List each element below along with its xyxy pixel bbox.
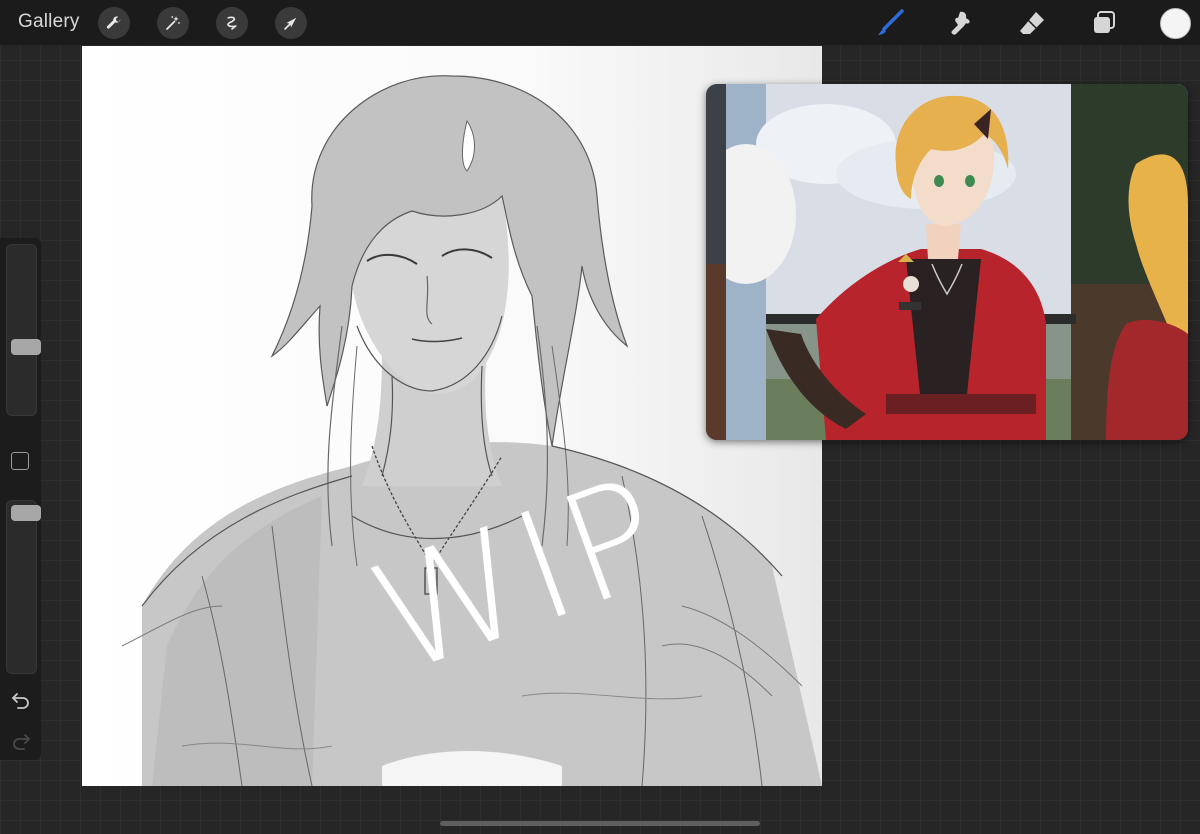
brush-size-thumb[interactable] [11, 339, 41, 355]
selection-icon [227, 16, 237, 30]
transform-arrow-icon [284, 17, 297, 30]
smudge-tool-button[interactable] [944, 6, 978, 40]
reference-image [706, 84, 1188, 440]
color-picker-button[interactable] [1160, 8, 1191, 39]
wrench-icon [106, 16, 121, 29]
gallery-button[interactable]: Gallery [18, 11, 80, 33]
smudge-icon [951, 11, 970, 35]
actions-button[interactable] [98, 7, 130, 39]
transform-button[interactable] [275, 7, 307, 39]
eraser-tool-button[interactable] [1015, 6, 1049, 40]
layers-button[interactable] [1087, 6, 1121, 40]
redo-icon[interactable] [10, 730, 32, 752]
adjustments-button[interactable] [157, 7, 189, 39]
undo-icon[interactable] [10, 689, 32, 711]
square-modify-icon[interactable] [11, 452, 29, 470]
brush-icon [878, 9, 904, 35]
left-sidebar [0, 238, 41, 760]
selection-button[interactable] [216, 7, 248, 39]
opacity-thumb[interactable] [11, 505, 41, 521]
home-indicator[interactable] [440, 821, 760, 826]
layers-icon [1094, 11, 1115, 33]
eraser-icon [1020, 12, 1044, 34]
opacity-slider[interactable] [6, 500, 41, 674]
top-toolbar: Gallery [0, 0, 1200, 45]
brush-tool-button[interactable] [873, 6, 907, 40]
procreate-app: Gallery WIP [0, 0, 1200, 834]
magic-wand-icon [166, 16, 180, 30]
brush-size-slider[interactable] [6, 244, 41, 416]
reference-image-window[interactable] [706, 84, 1188, 440]
